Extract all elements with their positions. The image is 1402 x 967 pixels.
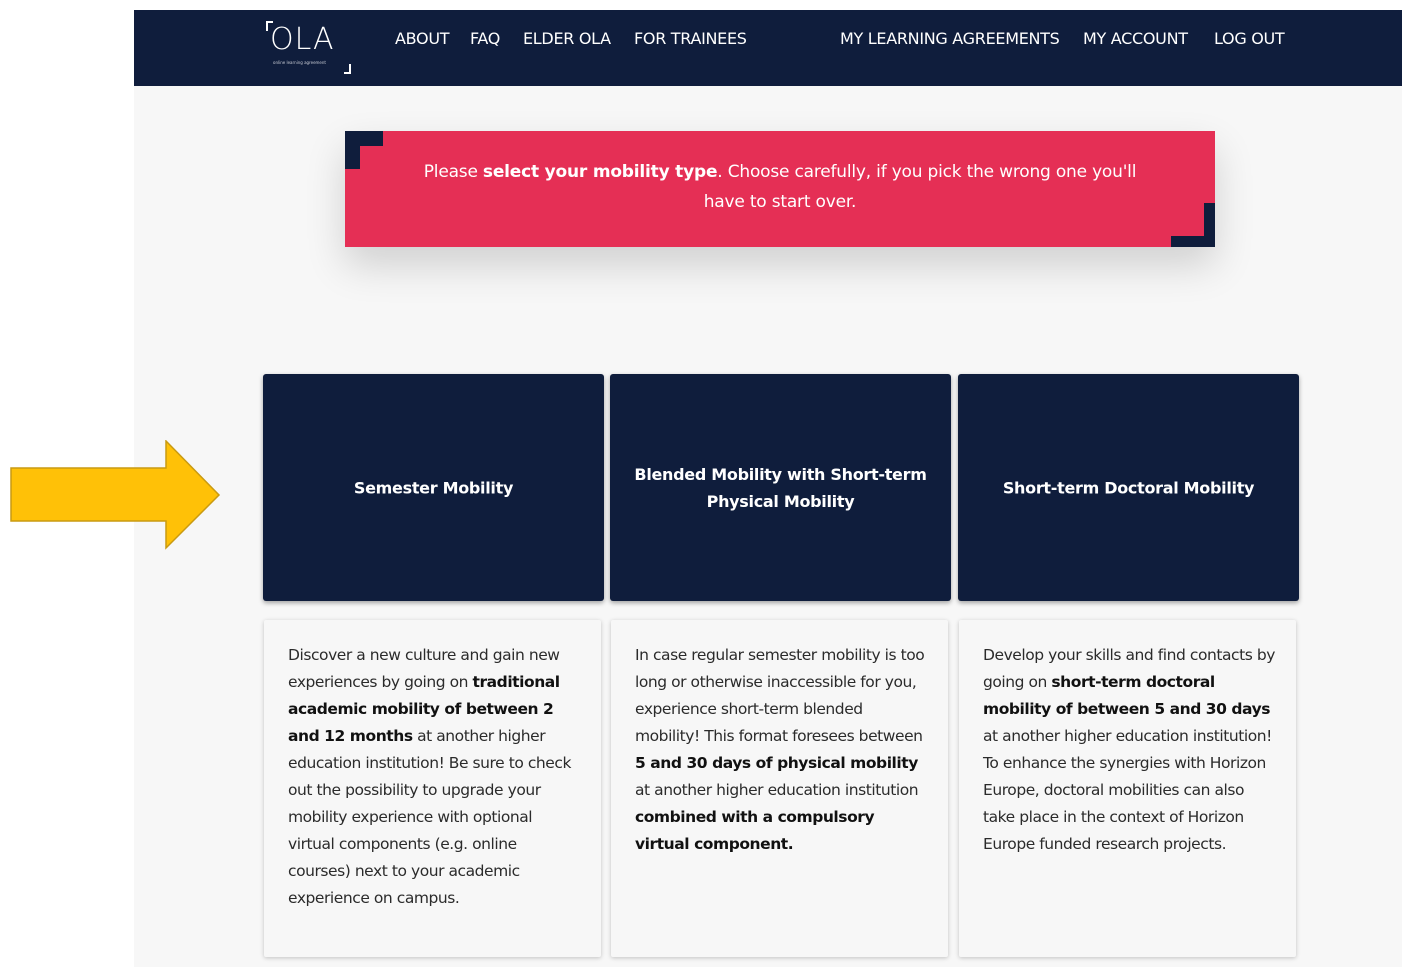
- arrow-right-icon: [10, 440, 221, 550]
- emphasis-text: combined with a compulsory virtual compo…: [635, 808, 875, 853]
- corner-decoration: [345, 131, 383, 169]
- nav-link-log-out[interactable]: LOG OUT: [1214, 29, 1285, 48]
- logo-bracket-icon: [344, 64, 351, 74]
- card-title: Blended Mobility with Short-term Physica…: [634, 464, 927, 511]
- card-description: Develop your skills and find contacts by…: [983, 642, 1277, 858]
- description-text: In case regular semester mobility is too…: [635, 646, 925, 745]
- card-description: In case regular semester mobility is too…: [635, 642, 929, 858]
- card-description: Discover a new culture and gain new expe…: [288, 642, 582, 912]
- nav-link-elder-ola[interactable]: ELDER OLA: [523, 29, 611, 48]
- nav-link-about[interactable]: ABOUT: [395, 29, 450, 48]
- blended-mobility-card[interactable]: Blended Mobility with Short-term Physica…: [610, 374, 951, 601]
- card-title: Semester Mobility: [353, 478, 514, 497]
- card-title: Short-term Doctoral Mobility: [1002, 478, 1255, 497]
- nav-link-faq[interactable]: FAQ: [470, 29, 500, 48]
- mobility-type-notice: Please select your mobility type. Choose…: [345, 131, 1215, 247]
- ola-logo[interactable]: OLA online learning agreement: [266, 20, 356, 74]
- blended-mobility-description: In case regular semester mobility is too…: [611, 620, 948, 957]
- nav-link-for-trainees[interactable]: FOR TRAINEES: [634, 29, 747, 48]
- nav-link-my-account[interactable]: MY ACCOUNT: [1083, 29, 1188, 48]
- short-term-doctoral-mobility-description: Develop your skills and find contacts by…: [959, 620, 1296, 957]
- nav-link-my-learning-agreements[interactable]: MY LEARNING AGREEMENTS: [840, 29, 1060, 48]
- semester-mobility-card[interactable]: Semester Mobility: [263, 374, 604, 601]
- notice-text: Please select your mobility type. Choose…: [423, 162, 1137, 212]
- top-navbar: OLA online learning agreement ABOUT FAQ …: [134, 10, 1402, 86]
- logo-subtitle: online learning agreement: [273, 60, 326, 65]
- description-text: at another higher education institution!…: [288, 727, 571, 907]
- semester-mobility-description: Discover a new culture and gain new expe…: [264, 620, 601, 957]
- logo-text: OLA: [270, 22, 335, 57]
- page: OLA online learning agreement ABOUT FAQ …: [134, 10, 1402, 967]
- notice-emphasis: select your mobility type: [482, 162, 718, 182]
- emphasis-text: 5 and 30 days of physical mobility: [635, 754, 918, 772]
- description-text: at another higher education institution: [635, 781, 919, 799]
- description-text: at another higher education institution!…: [983, 727, 1272, 853]
- corner-decoration: [1171, 203, 1215, 247]
- short-term-doctoral-mobility-card[interactable]: Short-term Doctoral Mobility: [958, 374, 1299, 601]
